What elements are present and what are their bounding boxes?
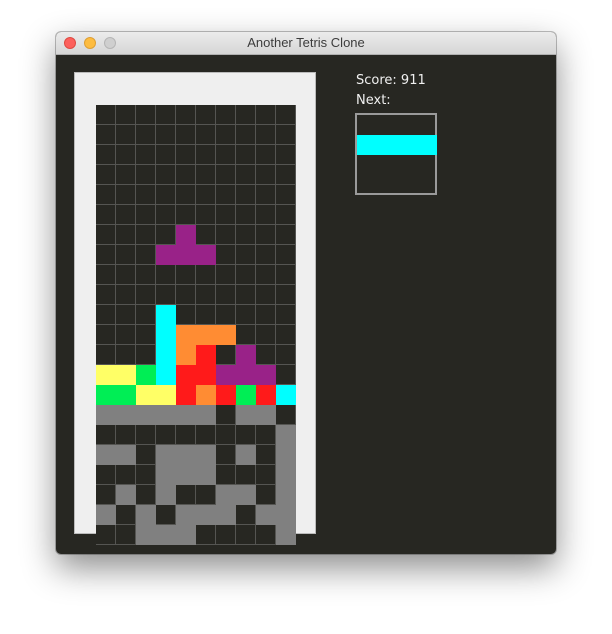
garbage-block <box>156 465 176 485</box>
garbage-block <box>136 405 156 425</box>
settled-block <box>216 325 236 345</box>
garbage-block <box>276 505 296 525</box>
garbage-block <box>196 505 216 525</box>
garbage-block <box>136 505 156 525</box>
garbage-block <box>276 425 296 445</box>
settled-block <box>196 345 216 365</box>
settled-block <box>176 325 196 345</box>
garbage-block <box>116 445 136 465</box>
active-piece-block <box>156 245 176 265</box>
garbage-block <box>156 485 176 505</box>
settled-block <box>196 365 216 385</box>
settled-block <box>236 345 256 365</box>
settled-block <box>176 365 196 385</box>
garbage-block <box>236 445 256 465</box>
settled-block <box>136 385 156 405</box>
garbage-block <box>256 505 276 525</box>
settled-block <box>276 385 296 405</box>
active-piece-block <box>196 245 216 265</box>
next-piece-block <box>397 135 417 155</box>
settled-block <box>156 305 176 325</box>
game-window: Another Tetris Clone Score: 911 Next: <box>56 32 556 554</box>
title-bar[interactable]: Another Tetris Clone <box>56 32 556 55</box>
garbage-block <box>176 505 196 525</box>
next-piece-block <box>417 135 437 155</box>
settled-block <box>136 365 156 385</box>
garbage-block <box>176 465 196 485</box>
settled-block <box>196 325 216 345</box>
settled-block <box>96 365 116 385</box>
settled-block <box>256 385 276 405</box>
settled-block <box>196 385 216 405</box>
garbage-block <box>156 405 176 425</box>
garbage-block <box>216 505 236 525</box>
active-piece-block <box>176 225 196 245</box>
garbage-block <box>136 525 156 545</box>
next-piece-block <box>377 135 397 155</box>
window-title: Another Tetris Clone <box>247 35 365 50</box>
garbage-block <box>276 445 296 465</box>
settled-block <box>236 385 256 405</box>
garbage-block <box>236 405 256 425</box>
settled-block <box>216 385 236 405</box>
next-label: Next: <box>356 93 391 108</box>
garbage-block <box>96 445 116 465</box>
garbage-block <box>256 405 276 425</box>
score-label: Score: 911 <box>356 73 426 88</box>
settled-block <box>116 385 136 405</box>
next-piece-preview <box>355 113 437 195</box>
settled-block <box>176 345 196 365</box>
settled-block <box>96 385 116 405</box>
settled-block <box>116 365 136 385</box>
game-board <box>96 105 296 545</box>
garbage-block <box>276 485 296 505</box>
settled-block <box>156 345 176 365</box>
garbage-block <box>156 525 176 545</box>
garbage-block <box>196 445 216 465</box>
garbage-block <box>216 485 236 505</box>
garbage-block <box>276 465 296 485</box>
garbage-block <box>96 505 116 525</box>
garbage-block <box>196 465 216 485</box>
garbage-block <box>176 445 196 465</box>
garbage-block <box>96 405 116 425</box>
garbage-block <box>116 485 136 505</box>
settled-block <box>156 385 176 405</box>
garbage-block <box>276 525 296 545</box>
garbage-block <box>176 405 196 425</box>
settled-block <box>216 365 236 385</box>
garbage-block <box>196 405 216 425</box>
garbage-block <box>116 405 136 425</box>
settled-block <box>236 365 256 385</box>
garbage-block <box>236 485 256 505</box>
settled-block <box>256 365 276 385</box>
settled-block <box>156 365 176 385</box>
garbage-block <box>156 445 176 465</box>
garbage-block <box>176 525 196 545</box>
settled-block <box>156 325 176 345</box>
active-piece-block <box>176 245 196 265</box>
next-piece-block <box>357 135 377 155</box>
settled-block <box>176 385 196 405</box>
